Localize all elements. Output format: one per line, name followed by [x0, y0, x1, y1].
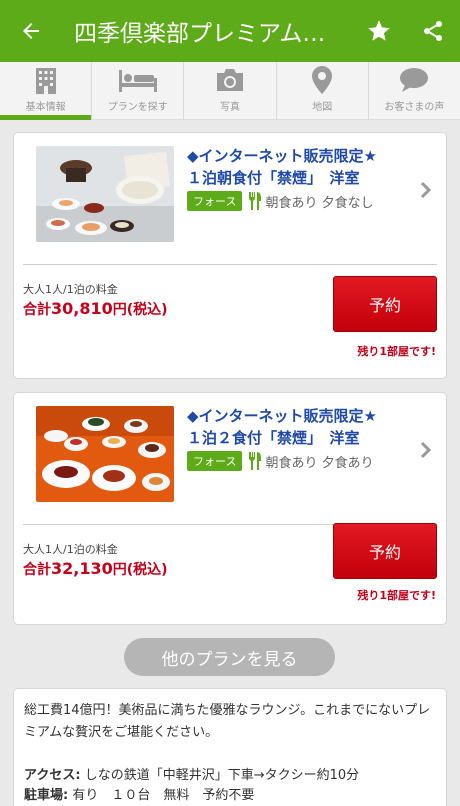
chevron-right-icon	[420, 441, 432, 463]
rooms-remaining: 残り1部屋です!	[357, 345, 436, 358]
meal-text: 朝食あり 夕食あり	[265, 455, 374, 471]
tab-bar: 基本情報 プランを探す 写真 地図 お客さまの声	[0, 62, 460, 120]
plan-name: ◆インターネット販売限定★ １泊２食付「禁煙」 洋室	[187, 405, 419, 449]
parking-value: 有り １０台 無料 予約不要	[68, 788, 255, 803]
speech-bubble-icon	[400, 68, 429, 92]
meal-info: 朝食あり 夕食なし	[248, 192, 374, 211]
total-value: 32,130	[51, 559, 113, 578]
plan-card: ◆インターネット販売限定★ １泊朝食付「禁煙」 洋室 フォース 朝食あり 夕食な…	[13, 132, 447, 379]
plan-name-line1: ◆インターネット販売限定★	[187, 407, 377, 425]
plan-detail-link[interactable]: ◆インターネット販売限定★ １泊朝食付「禁煙」 洋室 フォース 朝食あり 夕食な…	[14, 133, 446, 253]
plan-tags: フォース 朝食あり 夕食あり	[187, 451, 374, 471]
meal-info: 朝食あり 夕食あり	[248, 452, 374, 471]
favorite-button[interactable]	[352, 0, 406, 62]
plan-photo-breakfast	[36, 146, 174, 242]
parking-info: 駐車場: 有り １０台 無料 予約不要	[24, 786, 436, 806]
tag-badge: フォース	[187, 191, 243, 211]
parking-label: 駐車場:	[24, 788, 69, 803]
plan-name-line2: １泊朝食付「禁煙」 洋室	[187, 169, 360, 187]
chevron-right-icon	[420, 181, 432, 203]
description-text: 総工費14億円！美術品に満ちた優雅なラウンジ。これまでにないプレミアムな贅沢をご…	[24, 703, 431, 740]
star-icon	[368, 20, 390, 41]
plan-photo-dinner	[36, 406, 174, 502]
reserve-button[interactable]: 予約	[333, 523, 437, 579]
tag-badge: フォース	[187, 451, 243, 471]
plan-tags: フォース 朝食あり 夕食なし	[187, 191, 374, 211]
plan-card: ◆インターネット販売限定★ １泊２食付「禁煙」 洋室 フォース 朝食あり 夕食あ…	[13, 392, 447, 625]
total-price: 合計32,130円(税込)	[23, 559, 168, 579]
tab-label: 写真	[220, 102, 240, 113]
total-prefix: 合計	[23, 302, 51, 318]
building-icon	[35, 68, 56, 94]
share-icon	[424, 21, 442, 41]
app-bar: 四季倶楽部プレミアム…	[0, 0, 460, 62]
divider	[23, 264, 437, 265]
tab-photos[interactable]: 写真	[184, 62, 277, 119]
tab-find-plan[interactable]: プランを探す	[92, 62, 185, 119]
tab-label: お客さまの声	[384, 102, 445, 113]
tab-label: プランを探す	[107, 102, 168, 113]
price-label: 大人1人/1泊の料金	[23, 283, 118, 296]
cutlery-icon	[249, 192, 262, 210]
total-prefix: 合計	[23, 562, 51, 578]
tab-label: 基本情報	[25, 102, 66, 113]
tab-map[interactable]: 地図	[277, 62, 369, 119]
rooms-remaining: 残り1部屋です!	[357, 589, 436, 602]
plan-name-line2: １泊２食付「禁煙」 洋室	[187, 429, 360, 447]
price-label: 大人1人/1泊の料金	[23, 543, 118, 556]
back-button[interactable]	[0, 0, 62, 62]
page-title: 四季倶楽部プレミアム…	[74, 21, 326, 47]
access-info: アクセス: しなの鉄道「中軽井沢」下車→タクシー約10分	[24, 766, 436, 786]
tab-label: 地図	[312, 102, 333, 113]
access-value: しなの鉄道「中軽井沢」下車→タクシー約10分	[80, 768, 360, 783]
total-suffix: 円(税込)	[112, 562, 168, 578]
share-button[interactable]	[406, 0, 460, 62]
more-plans-button[interactable]: 他のプランを見る	[124, 638, 335, 676]
tab-reviews[interactable]: お客さまの声	[369, 62, 460, 119]
hotel-description: 総工費14億円！美術品に満ちた優雅なラウンジ。これまでにないプレミアムな贅沢をご…	[13, 688, 447, 806]
tab-basic-info[interactable]: 基本情報	[0, 62, 93, 120]
plan-name: ◆インターネット販売限定★ １泊朝食付「禁煙」 洋室	[187, 145, 419, 189]
total-value: 30,810	[51, 299, 113, 318]
total-suffix: 円(税込)	[112, 302, 168, 318]
meal-text: 朝食あり 夕食なし	[265, 195, 374, 211]
camera-icon	[217, 69, 243, 91]
bed-icon	[118, 70, 157, 92]
total-price: 合計30,810円(税込)	[23, 299, 168, 319]
map-pin-icon	[312, 66, 333, 94]
back-arrow-icon	[23, 23, 39, 39]
reserve-button[interactable]: 予約	[333, 276, 437, 332]
access-label: アクセス:	[24, 768, 81, 783]
plan-name-line1: ◆インターネット販売限定★	[187, 147, 377, 165]
plan-detail-link[interactable]: ◆インターネット販売限定★ １泊２食付「禁煙」 洋室 フォース 朝食あり 夕食あ…	[14, 393, 446, 513]
cutlery-icon	[249, 452, 262, 470]
